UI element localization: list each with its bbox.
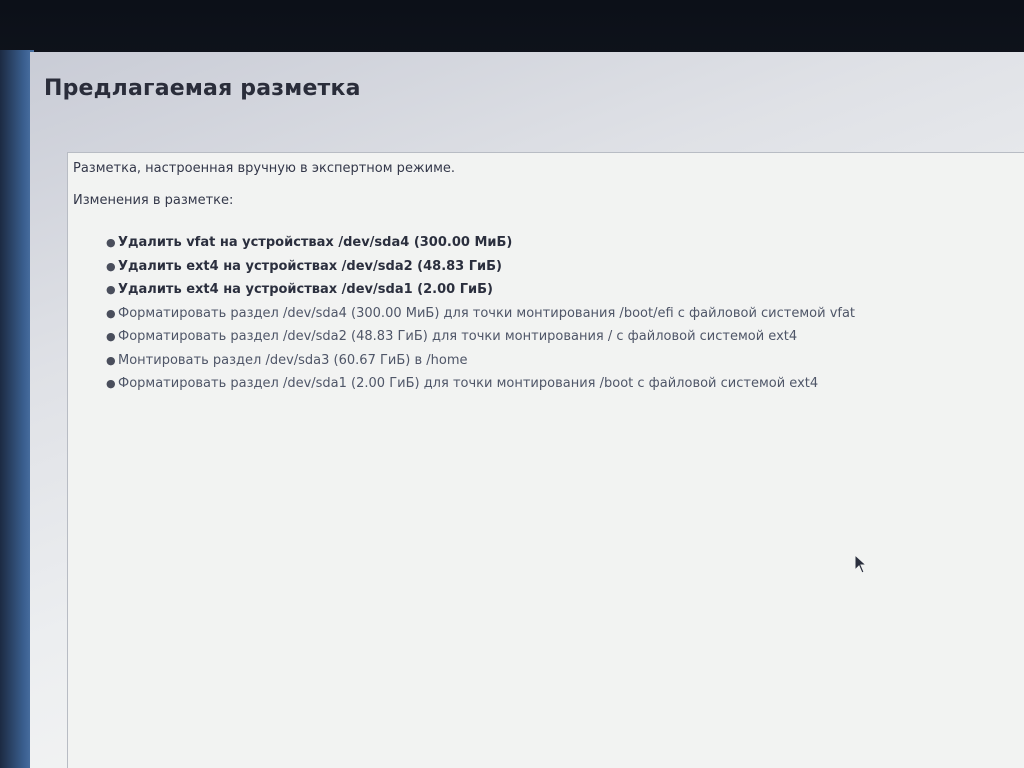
bullet-icon: ● [106, 259, 116, 273]
change-item-format-sda1: ● Форматировать раздел /dev/sda1 (2.00 Г… [106, 372, 855, 396]
bullet-icon: ● [106, 330, 116, 343]
bullet-icon: ● [106, 377, 116, 390]
change-item-text: Удалить vfat на устройствах /dev/sda4 (3… [118, 235, 513, 250]
change-item-text: Удалить ext4 на устройствах /dev/sda1 (2… [118, 282, 493, 297]
change-item-format-sda2: ● Форматировать раздел /dev/sda2 (48.83 … [106, 325, 855, 349]
change-item-format-sda4: ● Форматировать раздел /dev/sda4 (300.00… [106, 302, 855, 326]
change-item-delete-sda2: ● Удалить ext4 на устройствах /dev/sda2 … [106, 255, 855, 279]
change-item-text: Форматировать раздел /dev/sda1 (2.00 ГиБ… [118, 376, 819, 391]
change-item-mount-sda3: ● Монтировать раздел /dev/sda3 (60.67 Ги… [106, 349, 855, 373]
bullet-icon: ● [106, 236, 116, 249]
bullet-icon: ● [106, 353, 116, 367]
bullet-icon: ● [106, 306, 116, 320]
changes-heading: Изменения в разметке: [73, 193, 234, 208]
change-item-text: Удалить ext4 на устройствах /dev/sda2 (4… [118, 258, 502, 274]
change-item-delete-sda4: ● Удалить vfat на устройствах /dev/sda4 … [106, 231, 855, 255]
change-item-text: Форматировать раздел /dev/sda2 (48.83 Ги… [118, 329, 798, 344]
desktop-edge [0, 50, 34, 768]
changes-list: ● Удалить vfat на устройствах /dev/sda4 … [106, 231, 855, 396]
bullet-icon: ● [106, 283, 116, 296]
page-title: Предлагаемая разметка [44, 76, 361, 101]
partition-summary-text: Разметка, настроенная вручную в экспертн… [73, 161, 456, 176]
mouse-pointer-icon [854, 554, 868, 574]
change-item-delete-sda1: ● Удалить ext4 на устройствах /dev/sda1 … [106, 278, 855, 302]
partition-summary-panel: Разметка, настроенная вручную в экспертн… [67, 152, 1024, 768]
change-item-text: Форматировать раздел /dev/sda4 (300.00 М… [118, 305, 856, 321]
installer-window: Предлагаемая разметка Разметка, настроен… [30, 52, 1024, 768]
change-item-text: Монтировать раздел /dev/sda3 (60.67 ГиБ)… [118, 352, 468, 368]
